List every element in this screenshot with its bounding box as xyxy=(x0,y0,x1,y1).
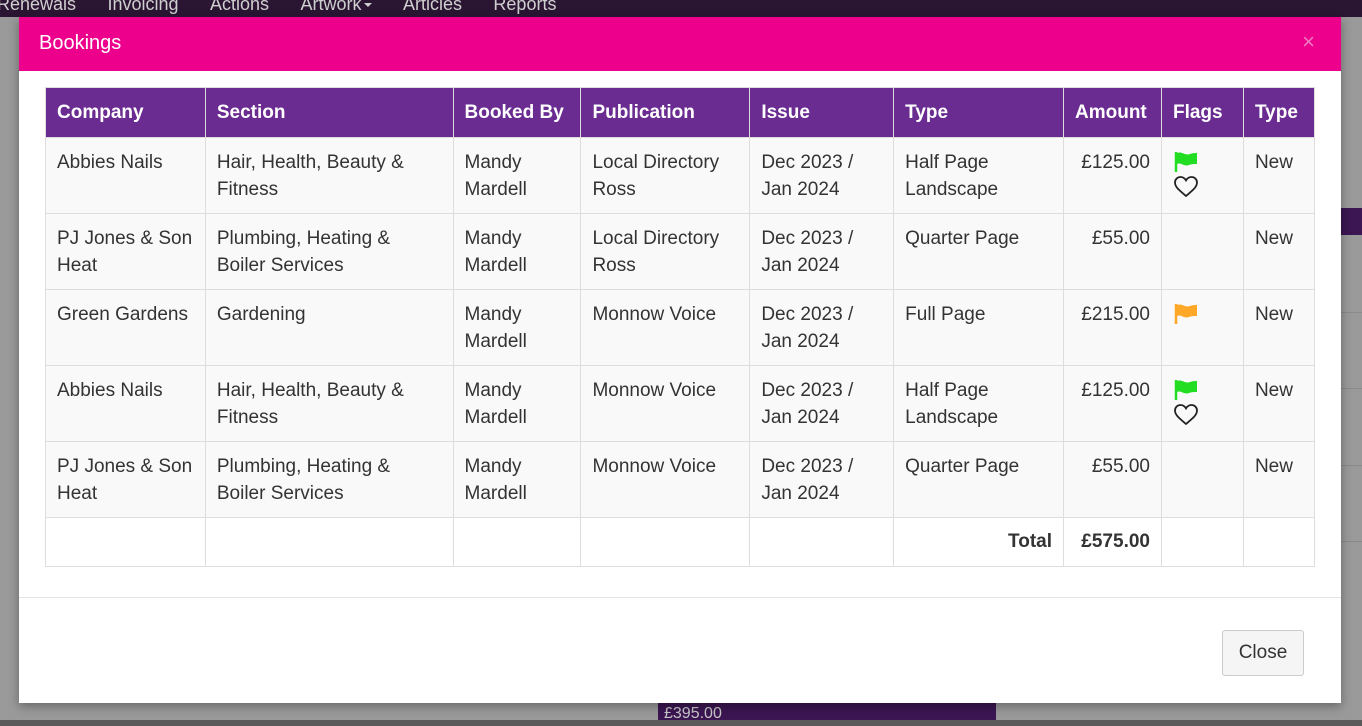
cell-amount: £55.00 xyxy=(1063,213,1162,290)
table-row[interactable]: Abbies Nails Hair, Health, Beauty & Fitne… xyxy=(45,365,1316,442)
cell-section: Hair, Health, Beauty & Fitness xyxy=(204,365,454,442)
background-divider xyxy=(1341,541,1362,542)
modal-header: Bookings × xyxy=(19,17,1341,71)
cell-amount: £125.00 xyxy=(1063,365,1162,442)
cell-company: Abbies Nails xyxy=(45,137,206,214)
green-flag-icon[interactable] xyxy=(1173,379,1199,401)
cell-company: PJ Jones & Son Heat xyxy=(45,213,206,290)
column-header-flags[interactable]: Flags xyxy=(1160,87,1244,138)
total-value: £575.00 xyxy=(1063,517,1162,567)
cell-amount: £55.00 xyxy=(1063,441,1162,518)
cell-status: New xyxy=(1242,365,1316,442)
nav-item-artwork[interactable]: Artwork xyxy=(300,0,372,13)
cell-publication: Monnow Voice xyxy=(580,289,751,366)
cell-section: Hair, Health, Beauty & Fitness xyxy=(204,137,454,214)
background-nav-bar: Renewals Invoicing Actions Artwork Artic… xyxy=(0,0,1362,17)
total-label: Total xyxy=(893,517,1064,567)
cell-booked-by: Mandy Mardell xyxy=(452,365,582,442)
background-divider xyxy=(1341,312,1362,313)
cell-issue: Dec 2023 / Jan 2024 xyxy=(749,213,895,290)
cell-publication: Monnow Voice xyxy=(580,441,751,518)
cell-booked-by: Mandy Mardell xyxy=(452,441,582,518)
cell-status: New xyxy=(1242,213,1316,290)
cell-amount: £125.00 xyxy=(1063,137,1162,214)
heart-icon[interactable] xyxy=(1173,403,1199,427)
cell-booked-by: Mandy Mardell xyxy=(452,213,582,290)
background-divider xyxy=(1341,465,1362,466)
cell-section: Plumbing, Heating & Boiler Services xyxy=(204,441,454,518)
column-header-section[interactable]: Section xyxy=(204,87,454,138)
close-icon[interactable]: × xyxy=(1302,31,1315,53)
table-header-row: Company Section Booked By Publication Is… xyxy=(45,87,1316,138)
nav-item-invoicing[interactable]: Invoicing xyxy=(108,0,179,13)
table-row[interactable]: PJ Jones & Son Heat Plumbing, Heating & B… xyxy=(45,213,1316,290)
column-header-type[interactable]: Type xyxy=(893,87,1064,138)
column-header-booked-by[interactable]: Booked By xyxy=(452,87,582,138)
cell-publication: Local Directory Ross xyxy=(580,137,751,214)
table-row[interactable]: PJ Jones & Son Heat Plumbing, Heating & B… xyxy=(45,441,1316,518)
cell-publication: Monnow Voice xyxy=(580,365,751,442)
cell-company: Abbies Nails xyxy=(45,365,206,442)
column-header-publication[interactable]: Publication xyxy=(580,87,751,138)
cell-company: Green Gardens xyxy=(45,289,206,366)
bookings-modal: Bookings × Company Section Booked By Pub… xyxy=(19,17,1341,703)
modal-footer: Close xyxy=(19,597,1341,704)
cell-status: New xyxy=(1242,441,1316,518)
cell-flags xyxy=(1160,441,1244,518)
cell-publication: Local Directory Ross xyxy=(580,213,751,290)
cell-amount: £215.00 xyxy=(1063,289,1162,366)
background-stripe xyxy=(1341,208,1362,235)
cell-type: Half Page Landscape xyxy=(893,365,1064,442)
orange-flag-icon[interactable] xyxy=(1173,303,1199,325)
nav-item-renewals[interactable]: Renewals xyxy=(0,0,76,13)
cell-booked-by: Mandy Mardell xyxy=(452,137,582,214)
cell-flags xyxy=(1160,365,1244,442)
table-row[interactable]: Abbies Nails Hair, Health, Beauty & Fitne… xyxy=(45,137,1316,214)
cell-flags xyxy=(1160,213,1244,290)
cell-type: Full Page xyxy=(893,289,1064,366)
bookings-table: Company Section Booked By Publication Is… xyxy=(45,87,1316,567)
column-header-issue[interactable]: Issue xyxy=(749,87,895,138)
cell-issue: Dec 2023 / Jan 2024 xyxy=(749,365,895,442)
nav-item-actions[interactable]: Actions xyxy=(210,0,269,13)
cell-status: New xyxy=(1242,137,1316,214)
column-header-status-type[interactable]: Type xyxy=(1242,87,1316,138)
nav-item-reports[interactable]: Reports xyxy=(493,0,556,13)
cell-issue: Dec 2023 / Jan 2024 xyxy=(749,441,895,518)
close-button[interactable]: Close xyxy=(1222,630,1304,676)
green-flag-icon[interactable] xyxy=(1173,151,1199,173)
cell-type: Half Page Landscape xyxy=(893,137,1064,214)
cell-type: Quarter Page xyxy=(893,213,1064,290)
column-header-amount[interactable]: Amount xyxy=(1063,87,1162,138)
background-total: £395.00 xyxy=(658,702,996,722)
cell-issue: Dec 2023 / Jan 2024 xyxy=(749,289,895,366)
background-divider xyxy=(1341,388,1362,389)
cell-company: PJ Jones & Son Heat xyxy=(45,441,206,518)
bookings-table-wrapper: Company Section Booked By Publication Is… xyxy=(45,87,1316,567)
cell-section: Gardening xyxy=(204,289,454,366)
cell-flags xyxy=(1160,137,1244,214)
table-row[interactable]: Green Gardens Gardening Mandy Mardell Monno… xyxy=(45,289,1316,366)
cell-flags xyxy=(1160,289,1244,366)
cell-status: New xyxy=(1242,289,1316,366)
cell-booked-by: Mandy Mardell xyxy=(452,289,582,366)
cell-section: Plumbing, Heating & Boiler Services xyxy=(204,213,454,290)
heart-icon[interactable] xyxy=(1173,175,1199,199)
modal-title: Bookings xyxy=(39,32,122,54)
nav-item-articles[interactable]: Articles xyxy=(403,0,462,13)
chevron-down-icon xyxy=(363,3,372,8)
total-row: Total £575.00 xyxy=(45,517,1316,567)
cell-type: Quarter Page xyxy=(893,441,1064,518)
column-header-company[interactable]: Company xyxy=(45,87,206,138)
cell-issue: Dec 2023 / Jan 2024 xyxy=(749,137,895,214)
